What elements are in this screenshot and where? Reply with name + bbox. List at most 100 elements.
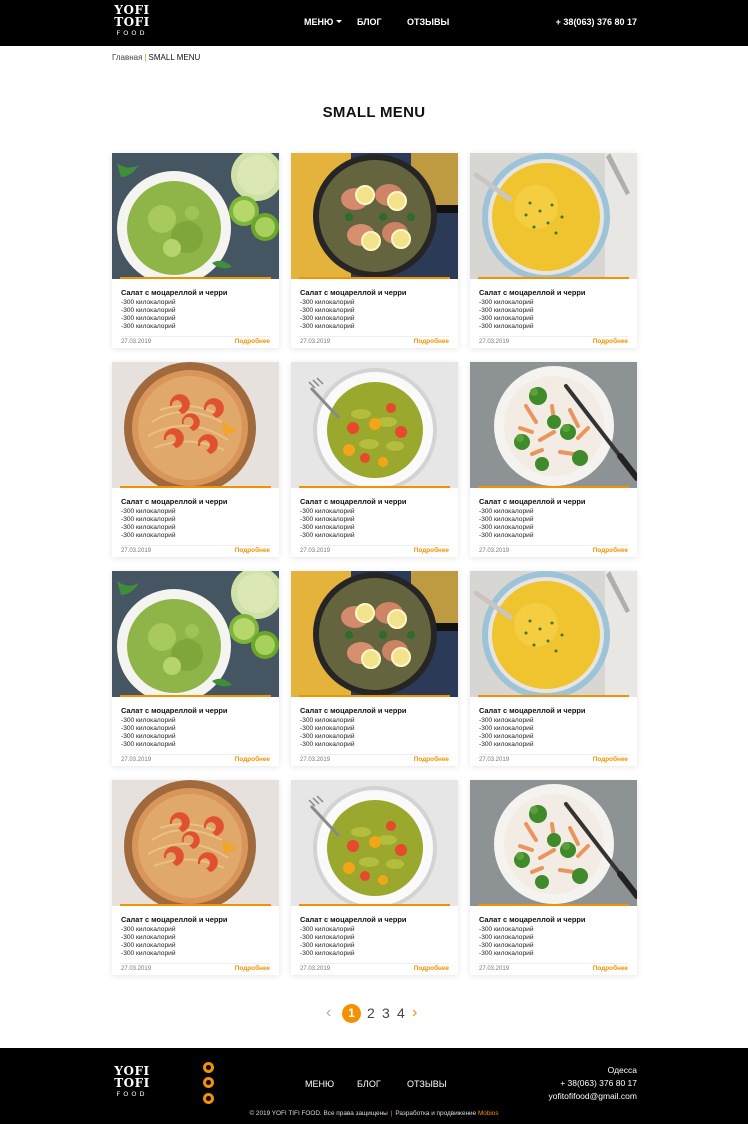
more-link[interactable]: Подробнее <box>414 965 449 972</box>
dish-title[interactable]: Салат с моцареллой и черри <box>121 915 227 924</box>
nav-blog[interactable]: БЛОГ <box>357 17 382 27</box>
dish-info: -300 килокалорий -300 килокалорий -300 кил… <box>121 299 176 331</box>
nav-reviews[interactable]: ОТЗЫВЫ <box>407 17 449 27</box>
dish-date: 27.03.2019 <box>300 339 331 345</box>
calorie-line: -300 килокалорий <box>479 516 534 523</box>
footer-email[interactable]: yofitofifood@gmail.com <box>549 1091 637 1101</box>
calorie-line: -300 килокалорий <box>300 532 355 539</box>
more-link[interactable]: Подробнее <box>414 338 449 345</box>
dish-title[interactable]: Салат с моцареллой и черри <box>121 706 227 715</box>
facebook-icon[interactable] <box>203 1077 214 1088</box>
menu-card[interactable]: Салат с моцареллой и черри -300 килокалор… <box>112 362 279 557</box>
more-link[interactable]: Подробнее <box>593 965 628 972</box>
footer-nav-blog[interactable]: БЛОГ <box>357 1079 381 1089</box>
dish-image[interactable] <box>112 780 279 906</box>
dish-date: 27.03.2019 <box>300 548 331 554</box>
dish-title[interactable]: Салат с моцареллой и черри <box>479 288 585 297</box>
dish-title[interactable]: Салат с моцареллой и черри <box>479 497 585 506</box>
calorie-line: -300 килокалорий <box>121 524 176 531</box>
menu-card[interactable]: Салат с моцареллой и черри -300 килокалор… <box>291 780 458 975</box>
calorie-line: -300 килокалорий <box>121 934 176 941</box>
menu-card[interactable]: Салат с моцареллой и черри -300 килокалор… <box>291 153 458 348</box>
accent-bar <box>478 904 629 906</box>
menu-card[interactable]: Салат с моцареллой и черри -300 килокалор… <box>470 153 637 348</box>
dish-image[interactable] <box>470 571 637 697</box>
dish-title[interactable]: Салат с моцареллой и черри <box>300 915 406 924</box>
dish-image[interactable] <box>470 153 637 279</box>
calorie-line: -300 килокалорий <box>479 934 534 941</box>
header-phone[interactable]: + 38(063) 376 80 17 <box>556 17 637 27</box>
more-link[interactable]: Подробнее <box>414 756 449 763</box>
calorie-line: -300 килокалорий <box>121 950 176 957</box>
dish-title[interactable]: Салат с моцареллой и черри <box>479 706 585 715</box>
dish-title[interactable]: Салат с моцареллой и черри <box>300 497 406 506</box>
more-link[interactable]: Подробнее <box>593 756 628 763</box>
accent-bar <box>120 486 271 488</box>
more-link[interactable]: Подробнее <box>235 338 270 345</box>
calorie-line: -300 килокалорий <box>300 934 355 941</box>
telegram-icon[interactable] <box>203 1062 214 1073</box>
logo[interactable]: YOFI TOFI FOOD <box>112 4 152 38</box>
more-link[interactable]: Подробнее <box>235 756 270 763</box>
nav-menu[interactable]: МЕНЮ <box>304 17 343 27</box>
dish-date: 27.03.2019 <box>479 966 510 972</box>
more-link[interactable]: Подробнее <box>235 547 270 554</box>
dish-image[interactable] <box>112 362 279 488</box>
calorie-line: -300 килокалорий <box>479 323 534 330</box>
instagram-icon[interactable] <box>203 1093 214 1104</box>
dish-date: 27.03.2019 <box>479 339 510 345</box>
dish-title[interactable]: Салат с моцареллой и черри <box>479 915 585 924</box>
dish-image[interactable] <box>291 571 458 697</box>
more-link[interactable]: Подробнее <box>414 547 449 554</box>
footer-logo-line-3: FOOD <box>116 1090 148 1098</box>
footer-nav-reviews[interactable]: ОТЗЫВЫ <box>407 1079 447 1089</box>
calorie-line: -300 килокалорий <box>300 307 355 314</box>
footer-phone[interactable]: + 38(063) 376 80 17 <box>560 1078 637 1088</box>
dish-image[interactable] <box>291 780 458 906</box>
pagination-page-1[interactable]: 1 <box>342 1004 361 1023</box>
calorie-line: -300 килокалорий <box>479 926 534 933</box>
dish-title[interactable]: Салат с моцареллой и черри <box>121 497 227 506</box>
dish-image[interactable] <box>112 153 279 279</box>
copyright-separator: | <box>390 1110 393 1117</box>
more-link[interactable]: Подробнее <box>593 547 628 554</box>
pagination-page-4[interactable]: 4 <box>397 1005 405 1021</box>
menu-card[interactable]: Салат с моцареллой и черри -300 килокалор… <box>291 362 458 557</box>
calorie-line: -300 килокалорий <box>300 733 355 740</box>
calorie-line: -300 килокалорий <box>479 942 534 949</box>
dish-title[interactable]: Салат с моцареллой и черри <box>121 288 227 297</box>
dish-title[interactable]: Салат с моцареллой и черри <box>300 706 406 715</box>
menu-card[interactable]: Салат с моцареллой и черри -300 килокалор… <box>112 780 279 975</box>
dish-date: 27.03.2019 <box>121 339 152 345</box>
calorie-line: -300 килокалорий <box>121 307 176 314</box>
dish-image[interactable] <box>470 362 637 488</box>
calorie-line: -300 килокалорий <box>479 950 534 957</box>
pagination-page-2[interactable]: 2 <box>367 1005 375 1021</box>
dish-title[interactable]: Салат с моцареллой и черри <box>300 288 406 297</box>
dish-image[interactable] <box>291 362 458 488</box>
more-link[interactable]: Подробнее <box>593 338 628 345</box>
card-divider <box>121 963 270 964</box>
dish-image[interactable] <box>291 153 458 279</box>
menu-card[interactable]: Салат с моцареллой и черри -300 килокалор… <box>112 571 279 766</box>
calorie-line: -300 килокалорий <box>121 323 176 330</box>
dish-image[interactable] <box>470 780 637 906</box>
menu-card[interactable]: Салат с моцареллой и черри -300 килокалор… <box>112 153 279 348</box>
footer-logo[interactable]: YOFI TOFI FOOD <box>112 1065 152 1099</box>
menu-card[interactable]: Салат с моцареллой и черри -300 килокалор… <box>470 571 637 766</box>
nav-menu-label: МЕНЮ <box>304 17 334 27</box>
dish-image[interactable] <box>112 571 279 697</box>
pagination-page-3[interactable]: 3 <box>382 1005 390 1021</box>
dish-info: -300 килокалорий -300 килокалорий -300 кил… <box>479 508 534 540</box>
menu-card[interactable]: Салат с моцареллой и черри -300 килокалор… <box>470 780 637 975</box>
footer-nav-menu[interactable]: МЕНЮ <box>305 1079 334 1089</box>
pagination-next-icon[interactable]: › <box>412 1004 417 1022</box>
calorie-line: -300 килокалорий <box>300 725 355 732</box>
pagination-prev-icon[interactable]: ‹ <box>326 1004 331 1022</box>
menu-card[interactable]: Салат с моцареллой и черри -300 килокалор… <box>291 571 458 766</box>
more-link[interactable]: Подробнее <box>235 965 270 972</box>
menu-card[interactable]: Салат с моцареллой и черри -300 килокалор… <box>470 362 637 557</box>
breadcrumb-home[interactable]: Главная <box>112 53 142 62</box>
logo-line-3: FOOD <box>116 29 148 37</box>
dev-brand-link[interactable]: Mobios <box>478 1110 499 1117</box>
